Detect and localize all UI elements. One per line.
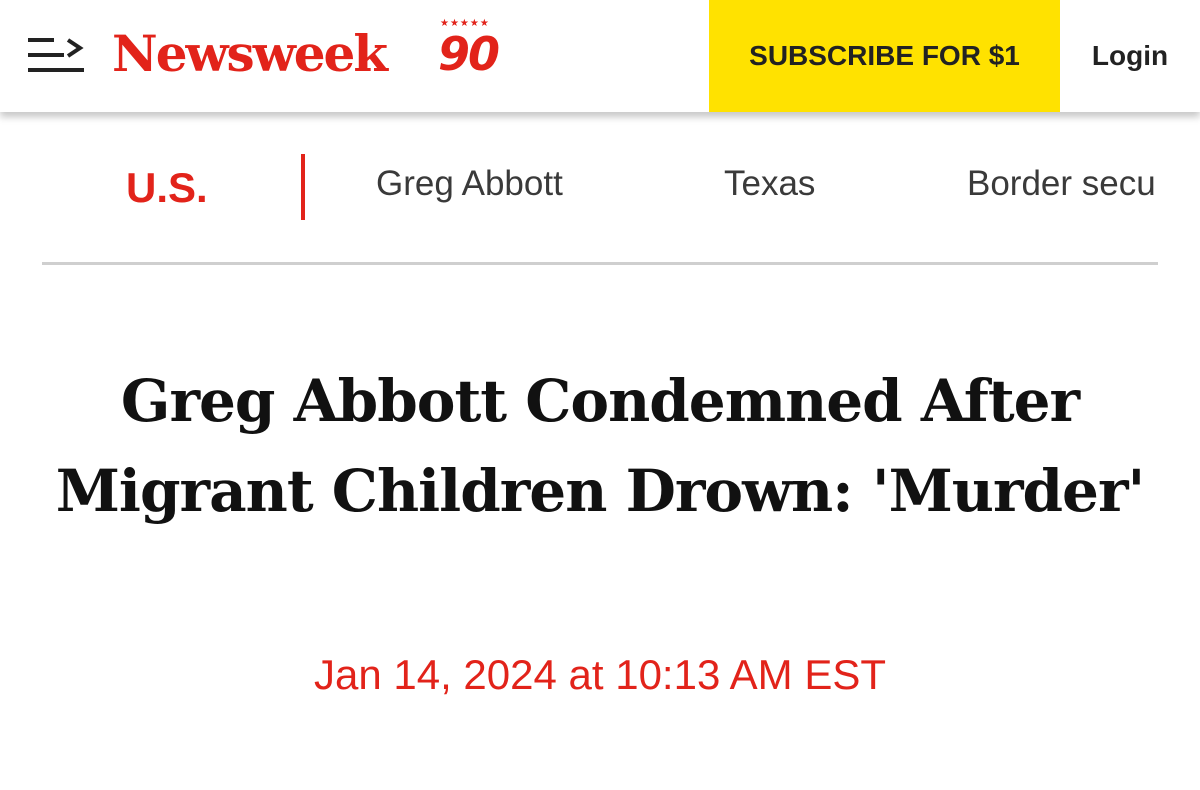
section-link-us[interactable]: U.S. — [126, 164, 208, 212]
article-timestamp: Jan 14, 2024 at 10:13 AM EST — [313, 651, 887, 698]
tag-greg-abbott[interactable]: Greg Abbott — [376, 160, 563, 208]
section-divider — [301, 154, 305, 220]
topic-tags-scroller[interactable]: Greg Abbott Texas Border security — [376, 160, 1158, 212]
tag-border-security[interactable]: Border security — [967, 160, 1158, 208]
site-header: Newsweek ★★★★★ 90 SUBSCRIBE FOR $1 Login — [0, 0, 1200, 112]
menu-icon[interactable] — [24, 32, 86, 78]
tag-texas[interactable]: Texas — [724, 160, 815, 208]
nav-rule — [42, 262, 1158, 265]
anniversary-badge: ★★★★★ 90 — [438, 18, 504, 84]
login-button[interactable]: Login — [1060, 0, 1200, 112]
newsweek-logo[interactable]: Newsweek — [112, 26, 388, 82]
hamburger-arrow-icon — [28, 38, 84, 72]
article-headline: Greg Abbott Condemned After Migrant Chil… — [55, 367, 1146, 525]
subscribe-button[interactable]: SUBSCRIBE FOR $1 — [709, 0, 1060, 112]
section-nav: U.S. Greg Abbott Texas Border security — [0, 112, 1200, 264]
anniversary-number: 90 — [438, 27, 500, 81]
